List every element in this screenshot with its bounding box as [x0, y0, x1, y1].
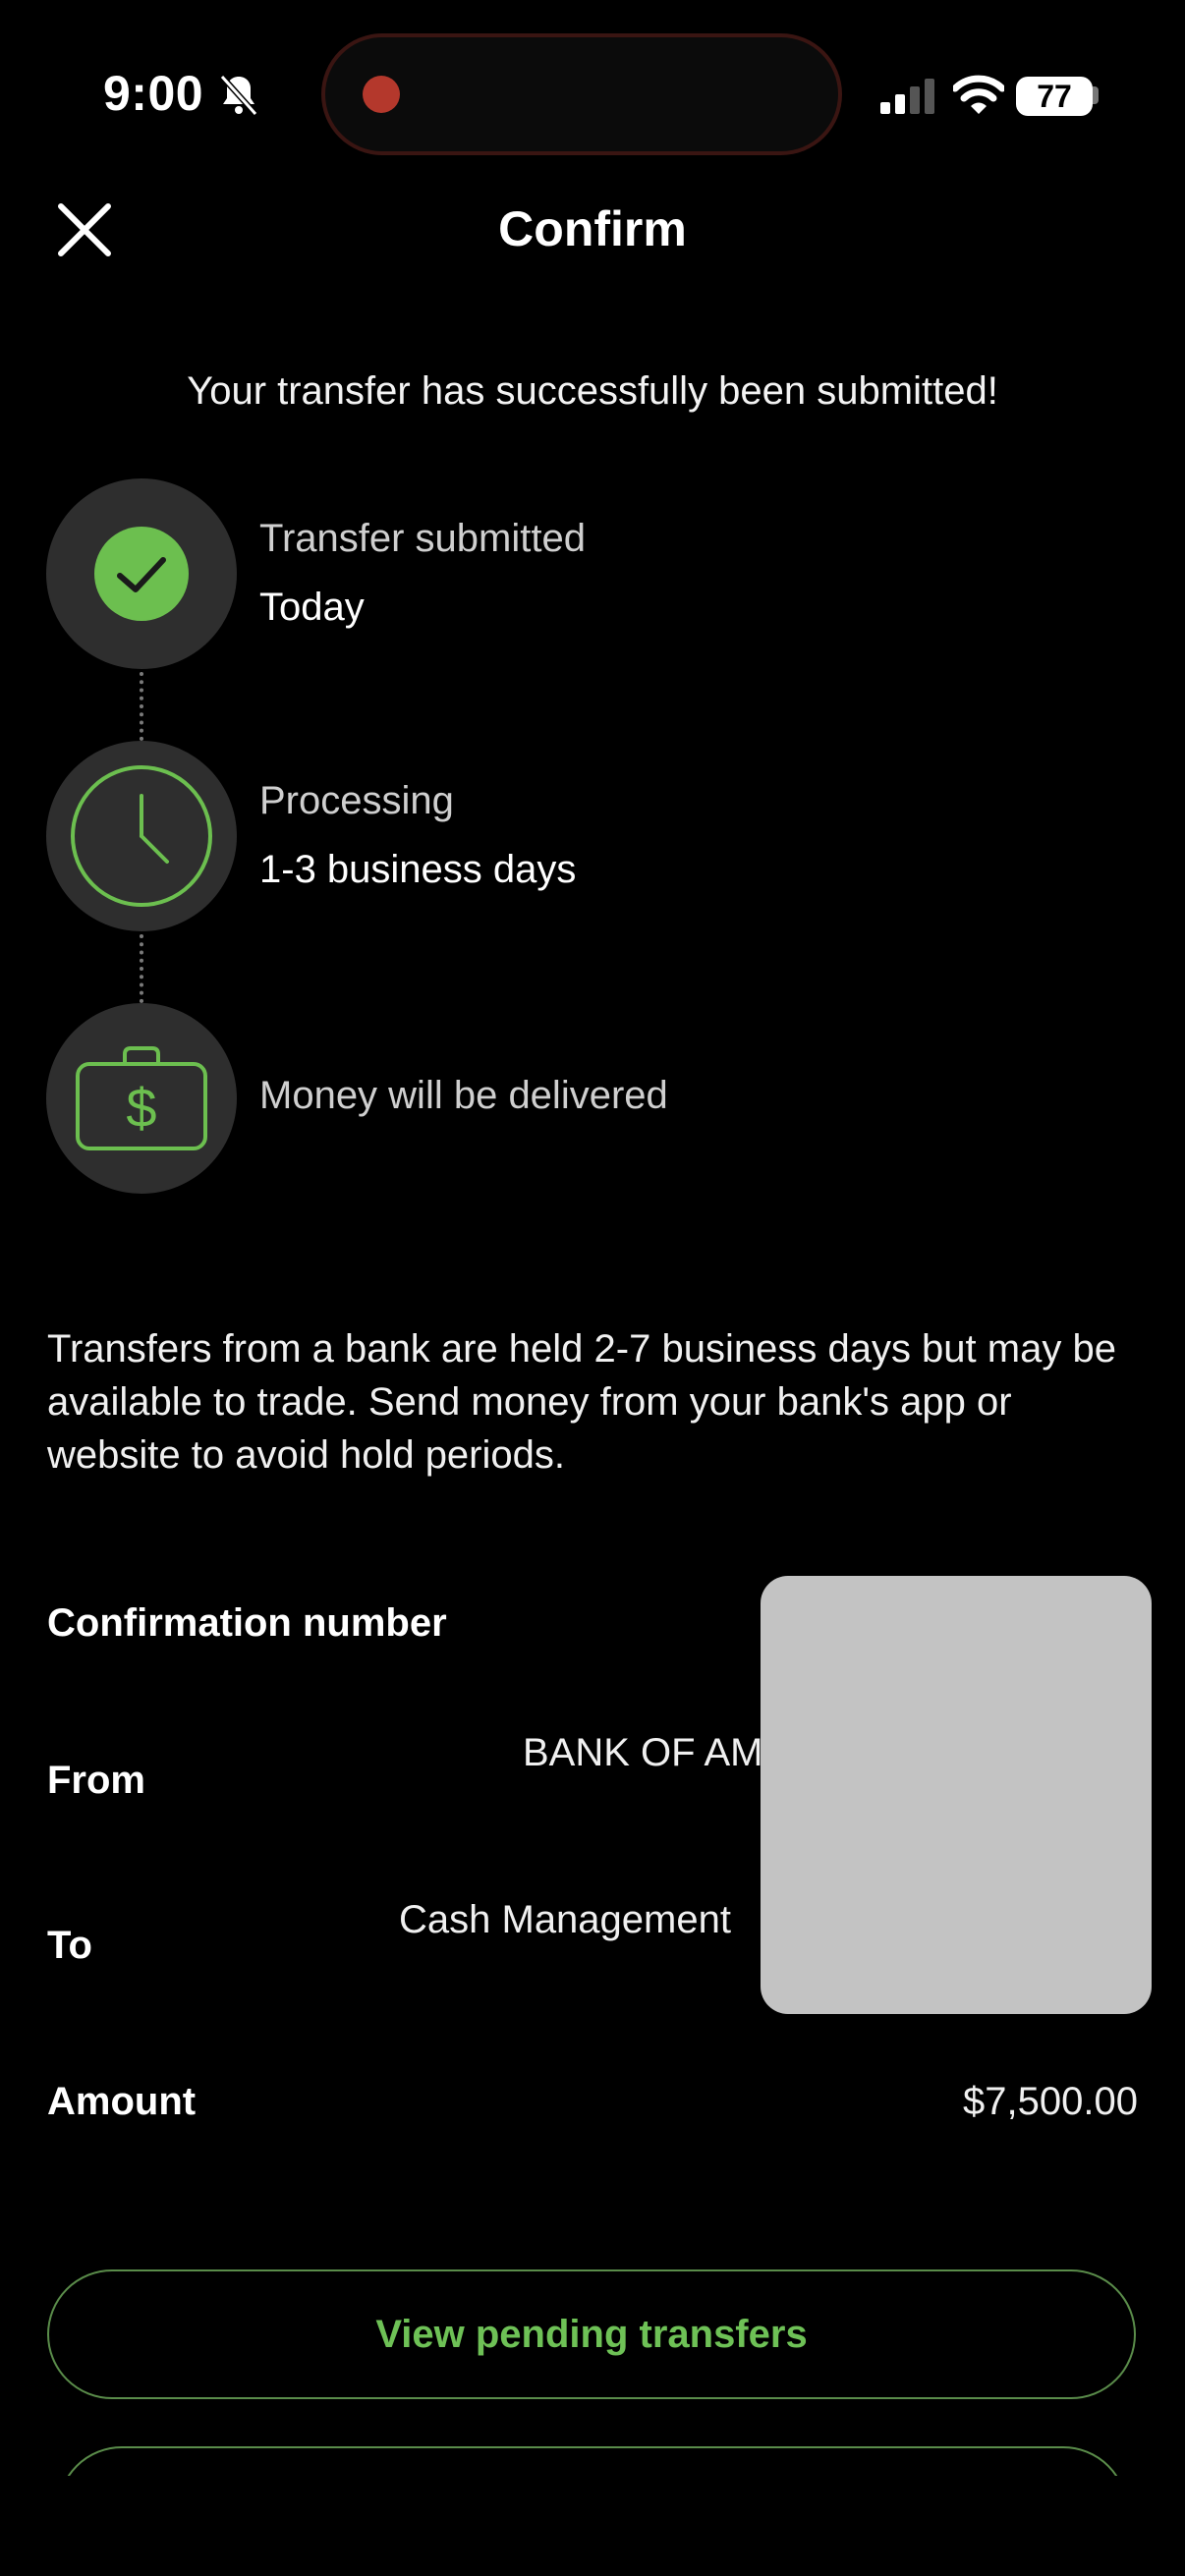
step-label: Money will be delivered — [259, 1074, 668, 1117]
step-label: Transfer submitted — [259, 517, 586, 560]
svg-text:$: $ — [126, 1077, 156, 1139]
to-label: To — [47, 1924, 92, 1967]
view-pending-transfers-button[interactable]: View pending transfers — [47, 2269, 1136, 2399]
amount-label: Amount — [47, 2080, 197, 2123]
success-message: Your transfer has successfully been subm… — [187, 369, 998, 413]
confirmation-number-label: Confirmation number — [47, 1601, 447, 1645]
signal-icon — [880, 79, 934, 114]
amount-value: $7,500.00 — [963, 2080, 1138, 2123]
battery-icon: 77 — [1016, 77, 1093, 116]
redaction-box — [761, 1576, 1152, 2014]
step-delivered-circle: $ — [46, 1003, 237, 1194]
step-submitted-circle — [46, 478, 237, 669]
clock-icon — [71, 765, 212, 907]
timeline-connector — [140, 672, 143, 741]
check-circle-icon — [94, 527, 189, 621]
recording-indicator-icon — [363, 76, 400, 113]
from-label: From — [47, 1759, 145, 1802]
bottom-clip — [0, 2476, 1185, 2576]
status-time: 9:00 — [103, 66, 204, 121]
from-value: BANK OF AM — [523, 1731, 763, 1774]
dynamic-island — [325, 37, 838, 151]
bell-slash-icon — [219, 74, 258, 117]
step-label: Processing — [259, 779, 454, 822]
hold-period-note: Transfers from a bank are held 2-7 busin… — [47, 1327, 1116, 1477]
wifi-icon — [953, 75, 1004, 114]
step-processing-circle — [46, 741, 237, 931]
battery-tip — [1093, 86, 1099, 104]
to-value: Cash Management — [399, 1898, 731, 1941]
step-sub: Today — [259, 586, 365, 629]
money-bag-icon: $ — [76, 1046, 207, 1150]
page-title: Confirm — [498, 201, 687, 256]
timeline-connector — [140, 934, 143, 1003]
step-sub: 1-3 business days — [259, 848, 577, 891]
